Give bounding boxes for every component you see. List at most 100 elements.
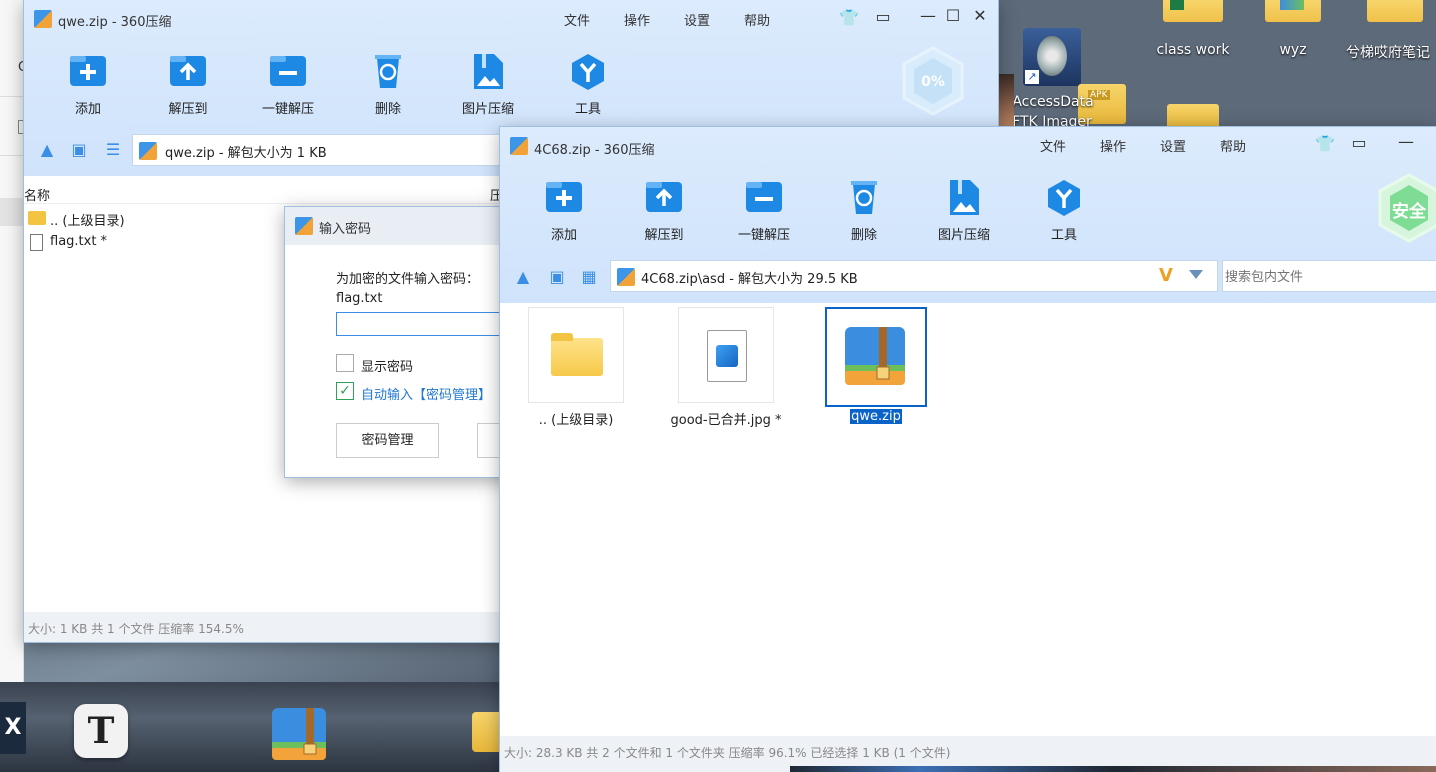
desktop-label-accessdata[interactable]: AccessData — [1008, 94, 1098, 110]
password-input[interactable] — [336, 312, 525, 336]
win1-maximize-icon[interactable]: ☐ — [944, 8, 962, 24]
win1-tool-one-click-extract[interactable]: 一键解压 — [243, 52, 333, 117]
win2-up-icon[interactable]: ▲ — [514, 269, 532, 285]
win1-file-row-parent[interactable]: .. (上级目录) — [28, 209, 268, 231]
win2-item-qwe-zip-selected[interactable]: qwe.zip — [816, 307, 936, 424]
win1-view-list-icon[interactable]: ☰ — [104, 142, 122, 158]
win2-address-zip-icon — [617, 268, 635, 286]
delete-icon — [844, 178, 884, 216]
win1-title: qwe.zip - 360压缩 — [58, 15, 172, 30]
taskbar-360zip-icon[interactable] — [270, 706, 330, 762]
win2-menu-file[interactable]: 文件 — [1040, 136, 1066, 155]
auto-input-label[interactable]: 自动输入【密码管理】 — [361, 384, 491, 403]
win1-address-zip-icon — [139, 142, 157, 160]
desktop-icon-class-work[interactable]: class work — [1150, 42, 1236, 58]
win2-search-box[interactable] — [1222, 260, 1436, 292]
address-dropdown-icon[interactable] — [1189, 270, 1203, 279]
win2-minimize-icon[interactable]: — — [1397, 134, 1415, 150]
background-window-line1 — [0, 96, 24, 97]
show-password-checkbox[interactable] — [336, 354, 354, 372]
image-thumb-badge — [1280, 0, 1304, 10]
background-window-strip — [0, 0, 24, 682]
win1-close-icon[interactable]: ✕ — [971, 8, 989, 24]
win1-up-icon[interactable]: ▲ — [38, 142, 56, 158]
one-click-extract-icon — [744, 178, 784, 216]
search-input[interactable] — [1225, 266, 1425, 286]
dialog-prompt: 为加密的文件输入密码： — [336, 272, 480, 287]
win1-file-name: flag.txt * — [50, 234, 108, 249]
win2-tool-delete[interactable]: 删除 — [819, 178, 909, 243]
win2-menu-settings[interactable]: 设置 — [1160, 136, 1186, 155]
win2-tool-image-compress[interactable]: 图片压缩 — [919, 178, 1009, 243]
win1-tool-add[interactable]: 添加 — [43, 52, 133, 117]
folder-icon — [28, 211, 46, 225]
extract-to-icon — [168, 52, 208, 90]
taskbar-x-app-icon[interactable]: X — [0, 702, 26, 754]
win1-minimize-icon[interactable]: — — [919, 8, 937, 24]
v-logo-icon: V — [1159, 265, 1173, 286]
win1-menu-help[interactable]: 帮助 — [744, 10, 770, 29]
zip-thumbnail — [825, 307, 927, 407]
folder-thumbnail — [528, 307, 624, 403]
taskbar-folder-icon[interactable] — [472, 712, 500, 752]
win2-tool-extract-to[interactable]: 解压到 — [619, 178, 709, 243]
win2-address-text: 4C68.zip\asd - 解包大小为 29.5 KB — [641, 272, 858, 287]
win2-feedback-icon[interactable]: ▭ — [1350, 135, 1368, 151]
win2-tool-add[interactable]: 添加 — [519, 178, 609, 243]
extract-to-icon — [644, 178, 684, 216]
win1-feedback-icon[interactable]: ▭ — [874, 9, 892, 25]
desktop-icon-notes[interactable]: 兮梯哎府笔记 — [1346, 42, 1436, 62]
win2-security-shield[interactable]: 安全 — [1378, 173, 1436, 243]
win1-view-thumbnail-icon[interactable]: ▣ — [70, 142, 88, 158]
win2-tool-tools[interactable]: 工具 — [1019, 178, 1109, 243]
desktop-bottom-strip — [790, 766, 1436, 772]
image-file-icon — [707, 330, 747, 382]
desktop-folder-notes[interactable] — [1367, 0, 1423, 22]
win2-view-grid-icon[interactable]: ▦ — [580, 269, 598, 285]
win1-address-bar[interactable]: qwe.zip - 解包大小为 1 KB — [132, 134, 552, 166]
desktop-person-thumb — [998, 74, 1014, 128]
win2-skin-icon[interactable]: 👕 — [1315, 136, 1335, 152]
desktop-folder-bottom[interactable] — [1167, 104, 1219, 128]
win1-file-name: .. (上级目录) — [50, 214, 125, 229]
taskbar-typora-icon[interactable]: T — [74, 704, 128, 758]
win2-menu-help[interactable]: 帮助 — [1220, 136, 1246, 155]
win1-tool-delete[interactable]: 删除 — [343, 52, 433, 117]
win1-security-shield[interactable]: 0% — [902, 46, 964, 116]
win1-tool-tools[interactable]: 工具 — [543, 52, 633, 117]
win2-tool-one-click-extract[interactable]: 一键解压 — [719, 178, 809, 243]
desktop-icon-wyz[interactable]: wyz — [1254, 42, 1332, 58]
win2-title: 4C68.zip - 360压缩 — [534, 143, 655, 158]
delete-icon — [368, 52, 408, 90]
tools-icon — [1044, 178, 1084, 216]
win2-view-thumbnail-icon[interactable]: ▣ — [548, 269, 566, 285]
win2-zip-app-icon — [510, 137, 528, 155]
win1-menu-settings[interactable]: 设置 — [684, 10, 710, 29]
tools-icon — [568, 52, 608, 90]
win1-zip-app-icon — [34, 10, 52, 28]
win2-shield-text: 安全 — [1392, 202, 1426, 222]
win1-col-name[interactable]: 名称 — [24, 185, 50, 204]
auto-input-checkbox[interactable]: ✓ — [336, 382, 354, 400]
item-caption-selected: qwe.zip — [850, 409, 902, 424]
zip-file-icon — [845, 327, 905, 385]
password-manager-button[interactable]: 密码管理 — [336, 423, 439, 458]
win1-tool-image-compress[interactable]: 图片压缩 — [443, 52, 533, 117]
ftk-imager-icon[interactable]: ↗ — [1023, 28, 1081, 86]
win1-shield-text: 0% — [921, 74, 945, 90]
win1-tool-extract-to[interactable]: 解压到 — [143, 52, 233, 117]
item-caption: .. (上级目录) — [538, 413, 614, 428]
win1-menu-file[interactable]: 文件 — [564, 10, 590, 29]
background-window-selected-row — [0, 198, 24, 226]
item-caption: good-已合并.jpg * — [670, 413, 782, 428]
win2-item-good-jpg[interactable]: good-已合并.jpg * — [666, 307, 786, 428]
win2-address-bar[interactable]: 4C68.zip\asd - 解包大小为 29.5 KB V — [610, 260, 1218, 292]
win1-menu-operate[interactable]: 操作 — [624, 10, 650, 29]
image-compress-icon — [468, 52, 508, 90]
win2-menu-operate[interactable]: 操作 — [1100, 136, 1126, 155]
win1-skin-icon[interactable]: 👕 — [839, 10, 859, 26]
show-password-label[interactable]: 显示密码 — [361, 356, 413, 375]
win1-file-row-flag[interactable]: flag.txt * — [28, 233, 268, 255]
dialog-zip-icon — [295, 217, 313, 235]
win2-item-parent-dir[interactable]: .. (上级目录) — [516, 307, 636, 428]
